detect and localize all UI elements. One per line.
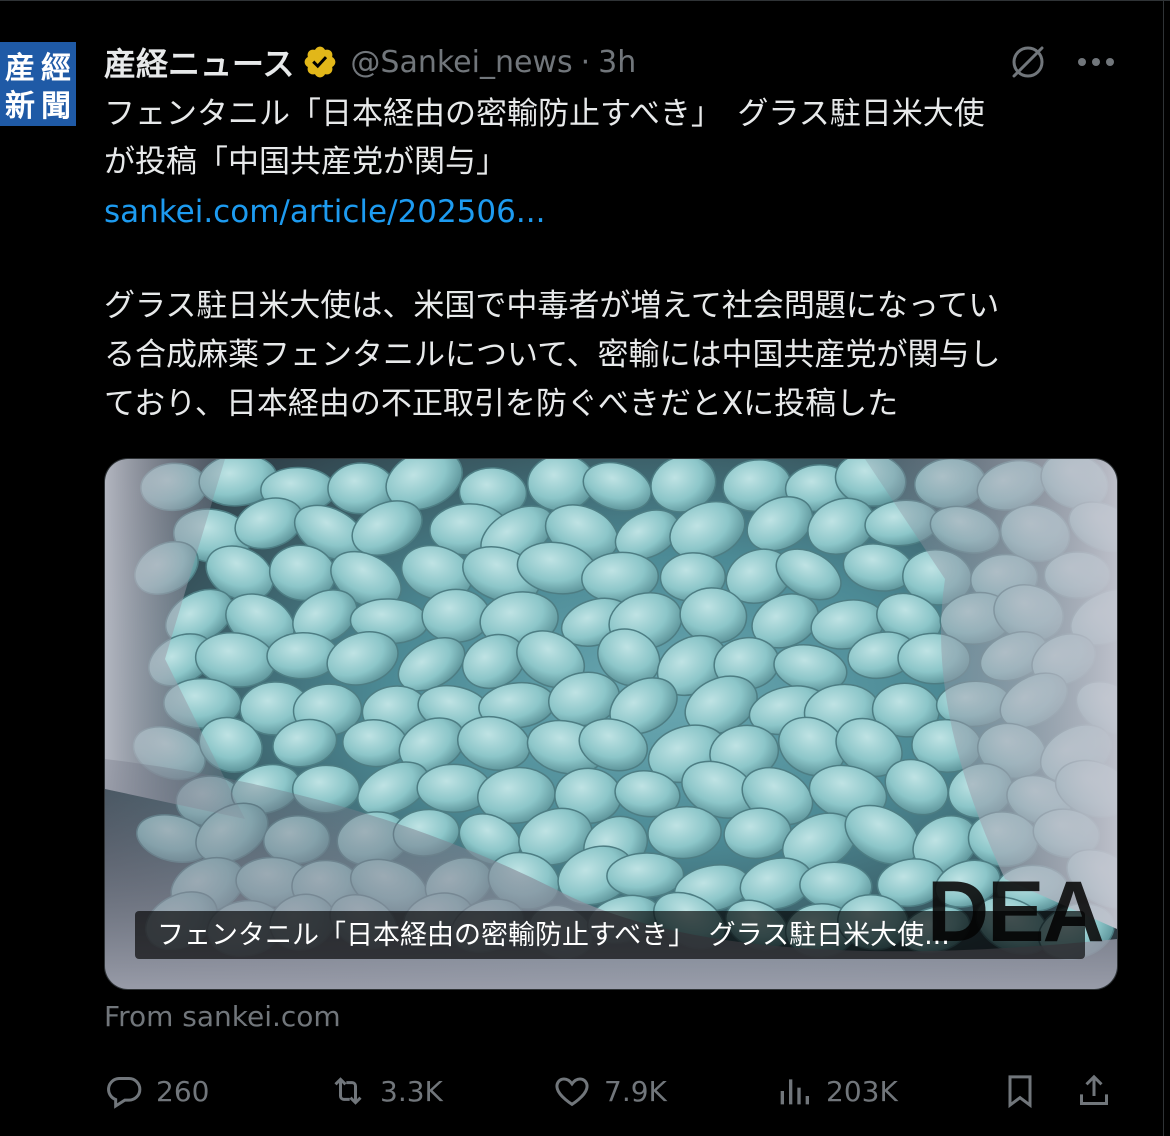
grok-icon[interactable] (1008, 42, 1048, 82)
avatar[interactable]: 産 經 新 聞 (0, 42, 76, 126)
post-time[interactable]: 3h (598, 45, 636, 80)
column-border (1163, 0, 1164, 1136)
post-header: 産経ニュース @Sankei_news · 3h (104, 40, 636, 84)
share-button[interactable] (1074, 1066, 1126, 1116)
avatar-glyph: 産 (5, 51, 35, 86)
heart-icon (555, 1077, 589, 1107)
top-border (0, 0, 1170, 7)
bookmark-icon (1008, 1075, 1032, 1109)
pill (421, 588, 491, 643)
post-body-line: ており、日本経由の不正取引を防ぐべきだとXに投稿した (104, 386, 899, 422)
bookmark-button[interactable] (1000, 1066, 1052, 1116)
card-caption: フェンタニル「日本経由の密輸防止すべき」 グラス駐日米大使... (157, 920, 950, 951)
reply-icon (107, 1077, 142, 1109)
display-name[interactable]: 産経ニュース (104, 39, 294, 85)
like-button[interactable]: 7.9K (552, 1066, 667, 1116)
reply-count: 260 (156, 1074, 210, 1108)
share-icon (1080, 1074, 1108, 1105)
post-text-line: が投稿「中国共産党が関与」 (104, 144, 507, 180)
link-card-image[interactable]: DEA フェンタニル「日本経由の密輸防止すべき」 グラス駐日米大使... (104, 458, 1118, 990)
post-text-line: フェンタニル「日本経由の密輸防止すべき」 グラス駐日米大使 (104, 96, 985, 132)
article-link[interactable]: sankei.com/article/202506... (104, 188, 545, 236)
avatar-glyph: 經 (41, 51, 71, 86)
user-handle[interactable]: @Sankei_news (350, 45, 572, 80)
view-count: 203K (826, 1074, 898, 1108)
more-icon[interactable] (1076, 56, 1116, 68)
like-count: 7.9K (604, 1074, 667, 1108)
gold-verified-badge-icon[interactable] (302, 44, 338, 80)
repost-icon (334, 1077, 362, 1105)
action-bar: 260 3.3K 7.9K 203K (104, 1066, 1124, 1116)
avatar-glyph: 新 (5, 89, 35, 124)
post-body-line: る合成麻薬フェンタニルについて、密輸には中国共産党が関与し (104, 337, 1001, 373)
separator-dot: · (580, 44, 591, 80)
repost-count: 3.3K (380, 1074, 443, 1108)
avatar-glyph: 聞 (41, 89, 71, 124)
reply-button[interactable]: 260 (104, 1066, 209, 1116)
repost-button[interactable]: 3.3K (328, 1066, 443, 1116)
views-icon (780, 1079, 809, 1105)
card-source[interactable]: From sankei.com (104, 1000, 341, 1033)
post-body-line: グラス駐日米大使は、米国で中毒者が増えて社会問題になってい (104, 288, 1000, 324)
post-body: グラス駐日米大使は、米国で中毒者が増えて社会問題になってい る合成麻薬フェンタニ… (104, 282, 1124, 429)
views-button[interactable]: 203K (774, 1066, 898, 1116)
